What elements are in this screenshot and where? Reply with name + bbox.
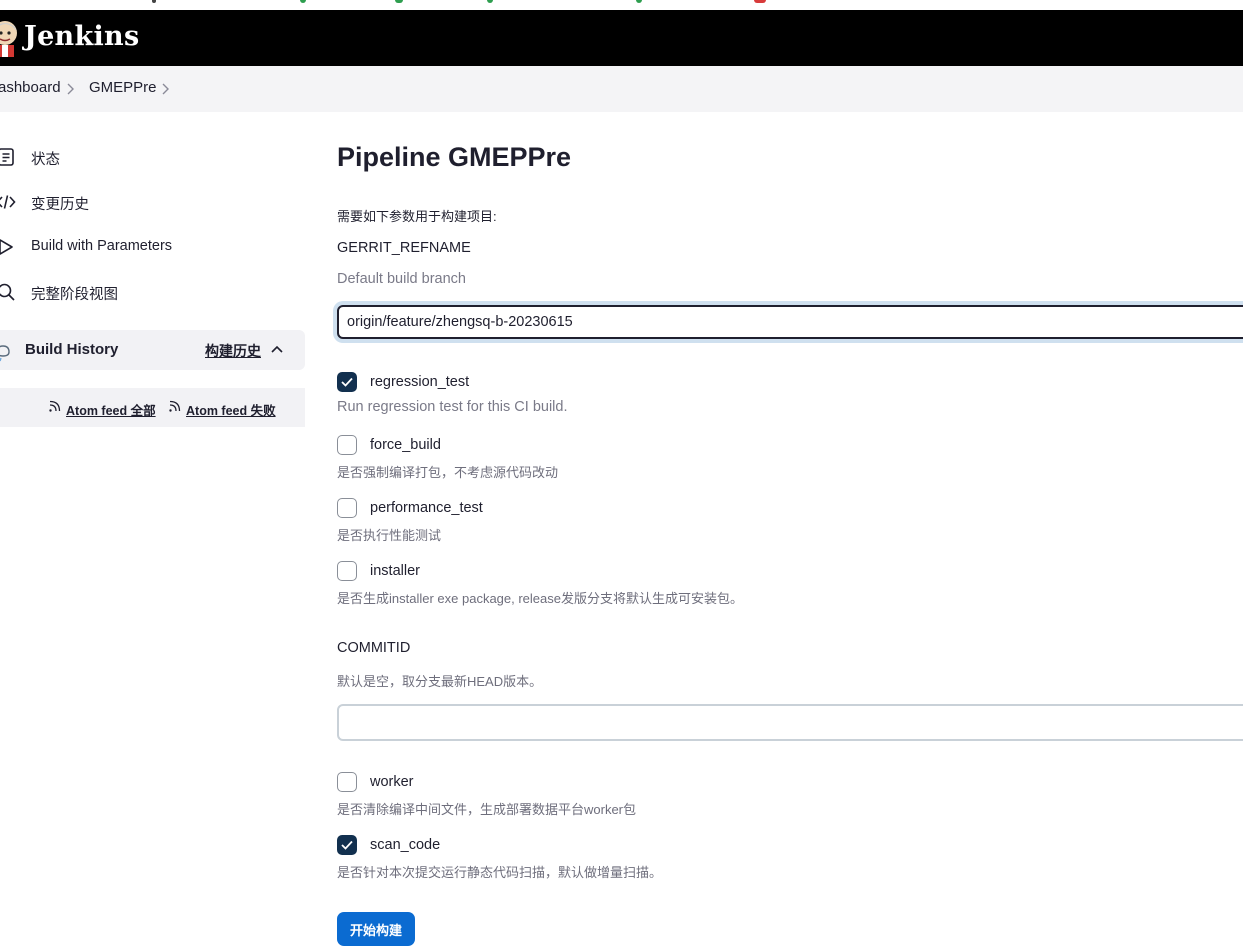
brand-name[interactable]: Jenkins (24, 21, 139, 52)
sidebar-item-label: 状态 (31, 152, 60, 168)
jenkins-logo-icon[interactable] (0, 19, 20, 57)
jenkins-header: Jenkins (0, 10, 1243, 66)
installer-description: 是否生成installer exe package, release发版分支将默… (337, 591, 743, 606)
sidebar-item-changes[interactable]: 变更历史 (0, 184, 305, 220)
strip-mark (395, 0, 403, 3)
gerrit-refname-label: GERRIT_REFNAME (337, 240, 471, 256)
strip-mark (636, 0, 642, 3)
search-icon (0, 283, 15, 301)
scan-code-description: 是否针对本次提交运行静态代码扫描，默认做增量扫描。 (337, 865, 663, 880)
page-title: Pipeline GMEPPre (337, 142, 572, 172)
worker-checkbox[interactable] (337, 772, 357, 792)
checkmark-icon (341, 840, 353, 850)
commitid-description: 默认是空，取分支最新HEAD版本。 (337, 674, 543, 689)
atom-feed-all-link[interactable]: Atom feed 全部 (66, 400, 156, 419)
regression-test-checkbox[interactable] (337, 372, 357, 392)
document-icon (0, 148, 14, 166)
commitid-input[interactable] (337, 704, 1243, 741)
chevron-right-icon (67, 83, 74, 95)
strip-mark (754, 0, 766, 3)
force-build-description: 是否强制编译打包，不考虑源代码改动 (337, 465, 559, 480)
regression-test-description: Run regression test for this CI build. (337, 399, 568, 415)
start-build-button[interactable]: 开始构建 (337, 912, 415, 946)
chevron-right-icon[interactable] (162, 83, 170, 95)
chevron-up-icon[interactable] (270, 344, 284, 354)
code-icon (0, 195, 16, 209)
form-intro: 需要如下参数用于构建项目: (337, 209, 497, 224)
gerrit-refname-input[interactable] (337, 305, 1243, 339)
worker-description: 是否清除编译中间文件，生成部署数据平台worker包 (337, 802, 637, 817)
commitid-label: COMMITID (337, 640, 411, 656)
gerrit-refname-description: Default build branch (337, 271, 466, 287)
performance-test-description: 是否执行性能测试 (337, 528, 442, 543)
rss-icon (49, 400, 61, 412)
browser-top-strip (0, 0, 1243, 10)
play-icon (0, 239, 13, 255)
installer-label[interactable]: installer (370, 563, 420, 579)
sidebar-item-label: 变更历史 (31, 197, 89, 213)
breadcrumb-dashboard[interactable]: ashboard (0, 79, 61, 96)
sidebar-item-label: Build with Parameters (31, 238, 173, 254)
installer-checkbox[interactable] (337, 561, 357, 581)
build-history-header: Build History 构建历史 (0, 330, 305, 370)
force-build-checkbox[interactable] (337, 435, 357, 455)
performance-test-label[interactable]: performance_test (370, 500, 483, 516)
build-history-link[interactable]: 构建历史 (205, 341, 261, 361)
strip-mark (300, 0, 306, 3)
worker-label[interactable]: worker (370, 774, 414, 790)
weather-cloud-icon (0, 345, 10, 362)
scan-code-label[interactable]: scan_code (370, 837, 440, 853)
sidebar-item-build-with-parameters[interactable]: Build with Parameters (0, 229, 305, 265)
build-history-title: Build History (25, 341, 119, 358)
strip-mark (152, 0, 156, 3)
atom-feed-failed-link[interactable]: Atom feed 失败 (186, 400, 276, 419)
sidebar-item-label: 完整阶段视图 (31, 287, 118, 303)
regression-test-label[interactable]: regression_test (370, 374, 469, 390)
rss-icon (169, 400, 181, 412)
sidebar-item-full-stage-view[interactable]: 完整阶段视图 (0, 274, 305, 310)
strip-mark (487, 0, 493, 3)
sidebar-item-status[interactable]: 状态 (0, 139, 305, 175)
force-build-label[interactable]: force_build (370, 437, 441, 453)
scan-code-checkbox[interactable] (337, 835, 357, 855)
checkmark-icon (341, 377, 353, 387)
atom-feeds: Atom feed 全部 Atom feed 失败 (0, 388, 305, 427)
performance-test-checkbox[interactable] (337, 498, 357, 518)
breadcrumb-gmeppre[interactable]: GMEPPre (89, 79, 157, 96)
breadcrumb: ashboard GMEPPre (0, 66, 1243, 112)
